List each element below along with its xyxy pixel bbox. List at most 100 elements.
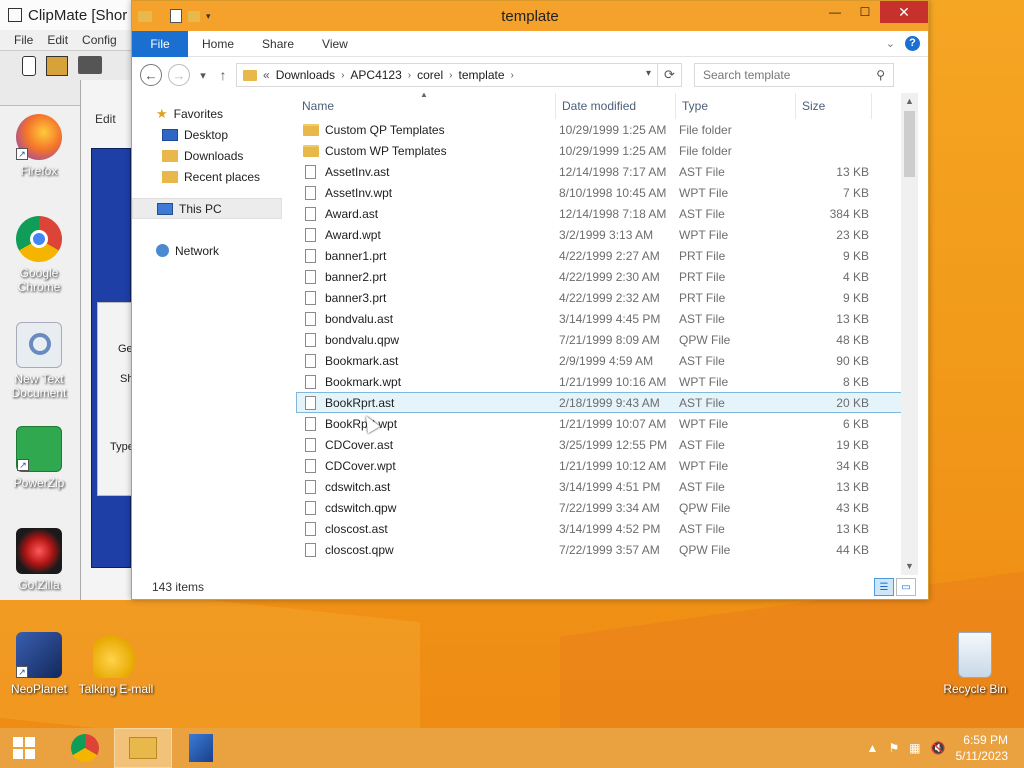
maximize-button[interactable]: ☐ [850,1,880,23]
file-explorer-window[interactable]: ▾ template — ☐ ✕ File Home Share View ⌄ … [131,0,929,600]
clipmate-menu-file[interactable]: File [14,33,33,47]
file-row[interactable]: CDCover.wpt 1/21/1999 10:12 AM WPT File 34 … [296,455,918,476]
nav-recent-places[interactable]: Recent places [132,166,282,187]
file-row[interactable]: Bookmark.ast 2/9/1999 4:59 AM AST File 90 K… [296,350,918,371]
file-icon [305,185,316,200]
nav-network[interactable]: Network [132,240,282,261]
forward-button[interactable]: → [168,64,190,86]
chevron-right-icon[interactable]: › [511,70,514,81]
back-button[interactable]: ← [140,64,162,86]
breadcrumb-downloads[interactable]: Downloads [276,68,335,82]
nav-downloads[interactable]: Downloads [132,145,282,166]
file-size: 9 KB [842,290,869,305]
flag-icon[interactable]: ⚑ [888,741,899,755]
tab-home[interactable]: Home [188,31,248,57]
breadcrumb-template[interactable]: template [458,68,504,82]
file-row[interactable]: banner2.prt 4/22/1999 2:30 AM PRT File 4 KB [296,266,918,287]
tab-file[interactable]: File [132,30,188,57]
taskbar-chrome[interactable] [56,728,114,768]
desktop-icon-new-text-document[interactable]: New Text Document [1,322,77,400]
address-bar[interactable]: « Downloads › APC4123 › corel › template… [236,63,682,87]
details-view-icon[interactable]: ☰ [874,578,894,596]
file-row[interactable]: Custom WP Templates 10/29/1999 1:25 AM Fil… [296,140,918,161]
minimize-button[interactable]: — [820,1,850,23]
desktop-icon-talking-email[interactable]: Talking E-mail [78,632,154,696]
file-row[interactable]: Custom QP Templates 10/29/1999 1:25 AM Fil… [296,119,918,140]
file-row[interactable]: Award.wpt 3/2/1999 3:13 AM WPT File 23 KB [296,224,918,245]
start-button[interactable] [0,728,48,768]
file-row[interactable]: banner1.prt 4/22/1999 2:27 AM PRT File 9 KB [296,245,918,266]
scroll-down-icon[interactable]: ▼ [901,558,918,575]
clipmate-menu-config[interactable]: Config [82,33,117,47]
chevron-right-icon[interactable]: › [408,70,411,81]
file-row[interactable]: closcost.ast 3/14/1999 4:52 PM AST File 13 … [296,518,918,539]
folder-icon[interactable] [138,10,152,22]
new-folder-icon[interactable] [188,10,200,22]
file-size: 13 KB [836,479,869,494]
notes-icon[interactable] [46,56,68,76]
nav-favorites[interactable]: ★ Favorites [132,103,282,124]
clipmate-menu-edit[interactable]: Edit [47,33,68,47]
file-row[interactable]: BookRprt.ast 2/18/1999 9:43 AM AST File 20 … [296,392,918,413]
file-row[interactable]: Bookmark.wpt 1/21/1999 10:16 AM WPT File 8 … [296,371,918,392]
file-row[interactable]: cdswitch.qpw 7/22/1999 3:34 AM QPW File 43 … [296,497,918,518]
nav-desktop[interactable]: Desktop [132,124,282,145]
desktop-icon-label: Google Chrome [17,266,61,294]
desktop-icon-gozilla[interactable]: Go!Zilla [1,528,77,592]
desktop-icon-firefox[interactable]: ↗ Firefox [1,114,77,178]
breadcrumb-overflow[interactable]: « [263,68,270,82]
column-date-modified[interactable]: Date modified [556,93,676,119]
column-headers: ▲ Name Date modified Type Size [296,93,918,119]
volume-muted-icon[interactable]: 🔇 [931,741,946,755]
tab-share[interactable]: Share [248,31,308,57]
file-row[interactable]: Award.ast 12/14/1998 7:18 AM AST File 384 K… [296,203,918,224]
help-icon[interactable]: ? [905,36,920,51]
clipmate-window[interactable]: ClipMate [Shor File Edit Config Edit Ge … [0,0,147,600]
file-row[interactable]: banner3.prt 4/22/1999 2:32 AM PRT File 9 KB [296,287,918,308]
network-status-icon[interactable]: ▦ [909,741,920,755]
large-icons-view-icon[interactable]: ▭ [896,578,916,596]
column-type[interactable]: Type [676,93,796,119]
show-hidden-icons-icon[interactable]: ▲ [867,741,879,755]
printer-icon[interactable] [78,56,102,74]
desktop-icon-powerzip[interactable]: ↗ PowerZip [1,426,77,490]
refresh-icon[interactable]: ⟳ [657,64,681,86]
expand-ribbon-icon[interactable]: ⌄ [886,37,895,50]
search-input[interactable]: Search template ⚲ [694,63,894,87]
taskbar-file-explorer[interactable] [114,728,172,768]
desktop-icon-chrome[interactable]: Google Chrome [1,216,77,294]
desktop-icon-neoplanet[interactable]: ↗ NeoPlanet [1,632,77,696]
nav-this-pc[interactable]: This PC [132,198,282,219]
file-name-cell: banner2.prt [297,269,557,284]
file-row[interactable]: closcost.qpw 7/22/1999 3:57 AM QPW File 44 … [296,539,918,560]
clipmate-titlebar[interactable]: ClipMate [Shor [0,0,139,30]
desktop-icon-recycle-bin[interactable]: Recycle Bin [937,632,1013,696]
explorer-titlebar[interactable]: ▾ template — ☐ ✕ [132,1,928,31]
scroll-thumb[interactable] [904,111,915,177]
file-row[interactable]: bondvalu.qpw 7/21/1999 8:09 AM QPW File 48 … [296,329,918,350]
file-row[interactable]: AssetInv.ast 12/14/1998 7:17 AM AST File 13… [296,161,918,182]
vertical-scrollbar[interactable]: ▲ ▼ [901,93,918,575]
file-row[interactable]: cdswitch.ast 3/14/1999 4:51 PM AST File 13 … [296,476,918,497]
taskbar-clipmate[interactable] [172,728,230,768]
clipmate-inner-menu[interactable]: Edit [95,112,116,126]
clock[interactable]: 6:59 PM 5/11/2023 [956,732,1009,764]
properties-icon[interactable] [170,9,182,23]
timer-icon[interactable] [22,56,36,76]
chevron-down-icon[interactable]: ▾ [646,68,651,79]
file-row[interactable]: CDCover.ast 3/25/1999 12:55 PM AST File 19 … [296,434,918,455]
breadcrumb-apc4123[interactable]: APC4123 [350,68,401,82]
breadcrumb-corel[interactable]: corel [417,68,443,82]
recent-locations-chevron-icon[interactable]: ▾ [196,69,210,82]
chevron-right-icon[interactable]: › [341,70,344,81]
tab-view[interactable]: View [308,31,362,57]
file-row[interactable]: AssetInv.wpt 8/10/1998 10:45 AM WPT File 7 … [296,182,918,203]
file-row[interactable]: bondvalu.ast 3/14/1999 4:45 PM AST File 13 … [296,308,918,329]
up-arrow-icon[interactable]: ↑ [216,67,230,83]
column-size[interactable]: Size [796,93,872,119]
scroll-up-icon[interactable]: ▲ [901,93,918,110]
chevron-down-icon[interactable]: ▾ [206,11,211,22]
file-row[interactable]: BookRprt.wpt 1/21/1999 10:07 AM WPT File 6 … [296,413,918,434]
chevron-right-icon[interactable]: › [449,70,452,81]
close-button[interactable]: ✕ [880,1,928,23]
